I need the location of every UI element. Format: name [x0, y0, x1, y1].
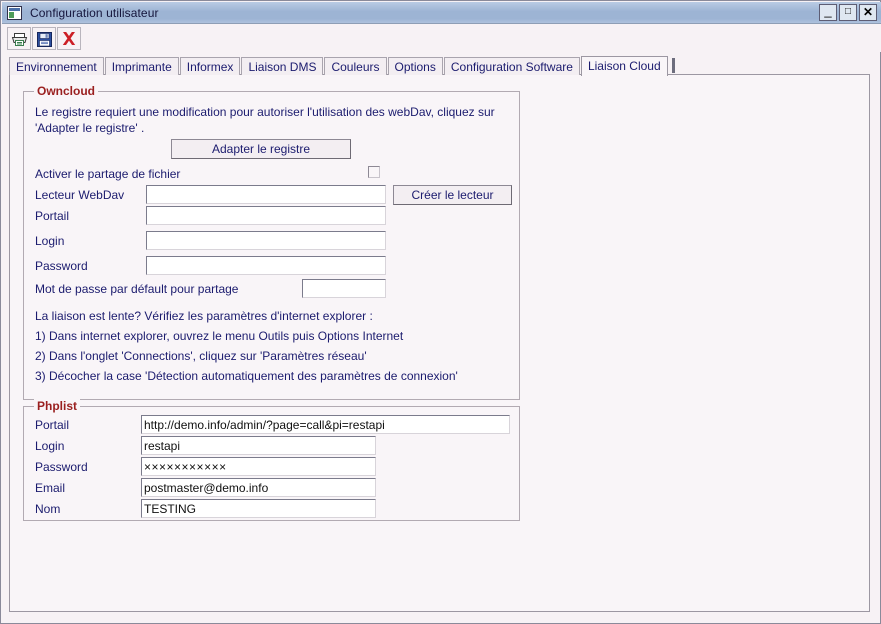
- owncloud-password-input[interactable]: [146, 256, 386, 275]
- window-title: Configuration utilisateur: [30, 5, 159, 20]
- default-share-password-label: Mot de passe par défault pour partage: [35, 282, 239, 296]
- default-share-password-input[interactable]: [302, 279, 386, 298]
- activer-partage-checkbox[interactable]: [368, 166, 380, 178]
- adapter-le-registre-button[interactable]: Adapter le registre: [171, 139, 351, 159]
- owncloud-group: Owncloud Le registre requiert une modifi…: [23, 84, 520, 400]
- minimize-icon: _: [824, 3, 832, 18]
- settings-tabstrip: Environnement Imprimante Informex Liaiso…: [9, 56, 869, 76]
- tab-configuration-software[interactable]: Configuration Software: [443, 57, 580, 75]
- owncloud-password-label: Password: [35, 259, 88, 273]
- owncloud-group-title: Owncloud: [34, 84, 98, 98]
- lecteur-webdav-label: Lecteur WebDav: [35, 188, 125, 202]
- maximize-icon: □: [844, 6, 852, 17]
- owncloud-portail-label: Portail: [35, 209, 70, 223]
- activer-partage-label: Activer le partage de fichier: [35, 167, 181, 181]
- owncloud-registry-notice-line1: Le registre requiert une modification po…: [35, 105, 495, 119]
- close-icon: ✕: [862, 5, 874, 19]
- ie-help-line-2: 2) Dans l'onglet 'Connections', cliquez …: [35, 349, 367, 363]
- owncloud-login-input[interactable]: [146, 231, 386, 250]
- creer-le-lecteur-button[interactable]: Créer le lecteur: [393, 185, 512, 205]
- owncloud-portail-input[interactable]: [146, 206, 386, 225]
- phplist-password-input[interactable]: [141, 457, 376, 476]
- ie-help-line-0: La liaison est lente? Vérifiez les param…: [35, 309, 373, 323]
- window-controls: _ □ ✕: [819, 4, 877, 21]
- tab-environnement[interactable]: Environnement: [9, 57, 104, 75]
- tab-options[interactable]: Options: [387, 57, 443, 75]
- tab-scroll-handle[interactable]: [671, 58, 675, 73]
- window-titlebar: Configuration utilisateur _ □ ✕: [2, 2, 881, 24]
- liaison-cloud-panel: Owncloud Le registre requiert une modifi…: [9, 74, 870, 612]
- tab-couleurs[interactable]: Couleurs: [324, 57, 387, 75]
- application-window: Configuration utilisateur _ □ ✕ Environn…: [0, 0, 881, 624]
- red-x-icon: [62, 31, 76, 45]
- owncloud-registry-notice-line2: 'Adapter le registre' .: [35, 121, 145, 135]
- print-button[interactable]: [7, 26, 31, 50]
- phplist-group: Phplist Portail Login Password Email Nom: [23, 399, 520, 521]
- phplist-login-input[interactable]: [141, 436, 376, 455]
- save-button[interactable]: [32, 26, 56, 50]
- floppy-disk-icon: [37, 31, 52, 47]
- lecteur-webdav-input[interactable]: [146, 185, 386, 204]
- phplist-group-title: Phplist: [34, 399, 81, 413]
- phplist-email-label: Email: [35, 481, 66, 495]
- tab-imprimante[interactable]: Imprimante: [104, 57, 179, 75]
- main-toolbar: [2, 24, 881, 52]
- tab-liaison-dms[interactable]: Liaison DMS: [241, 57, 324, 75]
- tab-informex[interactable]: Informex: [179, 57, 241, 75]
- owncloud-login-label: Login: [35, 234, 65, 248]
- maximize-button[interactable]: □: [839, 4, 857, 21]
- app-window-icon: [7, 5, 22, 20]
- tab-liaison-cloud[interactable]: Liaison Cloud: [580, 56, 668, 76]
- phplist-portail-input[interactable]: [141, 415, 510, 434]
- phplist-login-label: Login: [35, 439, 65, 453]
- ie-help-line-3: 3) Décocher la case 'Détection automatiq…: [35, 369, 458, 383]
- phplist-nom-input[interactable]: [141, 499, 376, 518]
- close-window-button[interactable]: ✕: [859, 4, 877, 21]
- printer-icon: [11, 32, 28, 46]
- ie-help-line-1: 1) Dans internet explorer, ouvrez le men…: [35, 329, 404, 343]
- phplist-email-input[interactable]: [141, 478, 376, 497]
- minimize-button[interactable]: _: [819, 4, 837, 21]
- phplist-portail-label: Portail: [35, 418, 70, 432]
- phplist-password-label: Password: [35, 460, 88, 474]
- delete-close-button[interactable]: [57, 26, 81, 50]
- phplist-nom-label: Nom: [35, 502, 61, 516]
